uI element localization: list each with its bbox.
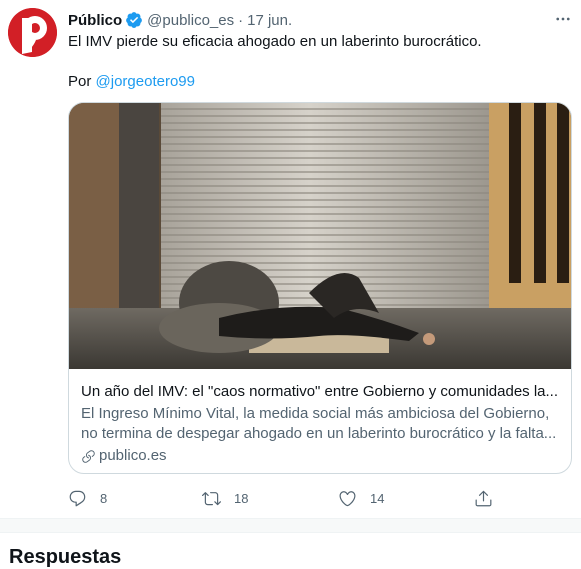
like-count: 14: [370, 490, 385, 506]
tweet-date[interactable]: 17 jun.: [247, 12, 292, 29]
link-card[interactable]: Un año del IMV: el "caos normativo" entr…: [68, 102, 572, 474]
author-handle[interactable]: @publico_es: [147, 12, 234, 29]
retweet-button[interactable]: 18: [202, 486, 248, 510]
card-description-line: El Ingreso Mínimo Vital, la medida socia…: [81, 405, 550, 422]
tweet-body: El IMV pierde su eficacia ahogado en un …: [68, 33, 482, 50]
share-button[interactable]: [474, 486, 493, 510]
tweet-header: Público @publico_es · 17 jun.: [68, 10, 292, 30]
link-icon: [82, 449, 95, 463]
reply-icon: [69, 490, 86, 506]
share-icon: [475, 490, 492, 506]
card-image[interactable]: [69, 103, 571, 369]
verified-icon: [125, 11, 143, 29]
separator-dot: ·: [238, 11, 244, 29]
card-description-line: no termina de despegar ahogado en un lab…: [81, 425, 557, 442]
card-title[interactable]: Un año del IMV: el "caos normativo" entr…: [81, 382, 561, 402]
more-icon[interactable]: [552, 8, 574, 30]
tweet-byline: Por @jorgeotero99: [68, 72, 195, 92]
retweet-count: 18: [234, 490, 249, 506]
byline-prefix: Por: [68, 73, 96, 90]
like-icon: [339, 490, 356, 506]
card-domain-text: publico.es: [99, 447, 167, 464]
like-button[interactable]: 14: [338, 486, 384, 510]
retweet-icon: [202, 491, 221, 505]
tweet-actions: 8 18 14: [60, 486, 500, 510]
tweet-text: El IMV pierde su eficacia ahogado en un …: [68, 32, 568, 52]
replies-heading: Respuestas: [9, 546, 122, 568]
card-domain[interactable]: publico.es: [81, 446, 167, 466]
section-divider: [0, 518, 581, 533]
author-name[interactable]: Público: [68, 12, 122, 29]
publico-logo-icon: [8, 8, 57, 57]
reply-count: 8: [100, 490, 108, 506]
avatar[interactable]: [8, 8, 57, 57]
card-description: El Ingreso Mínimo Vital, la medida socia…: [81, 404, 561, 444]
byline-mention[interactable]: @jorgeotero99: [96, 73, 195, 90]
tweet[interactable]: Público @publico_es · 17 jun. El IMV pie…: [0, 0, 581, 518]
reply-button[interactable]: 8: [68, 486, 107, 510]
